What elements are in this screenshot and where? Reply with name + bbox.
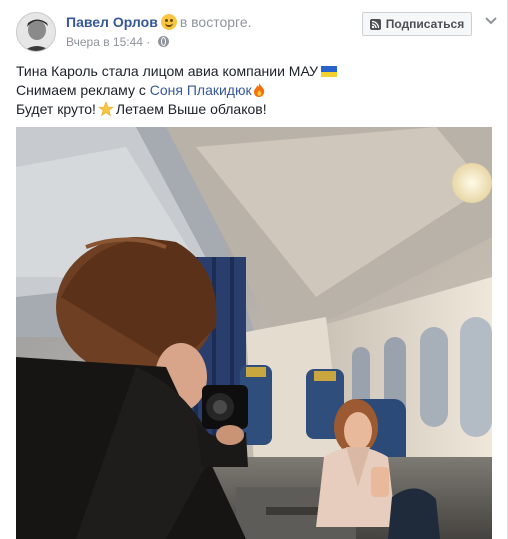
rss-icon — [369, 18, 381, 30]
subscribe-button[interactable]: Подписаться — [362, 12, 472, 36]
line-3-suffix: Летаем Выше облаков! — [115, 101, 267, 117]
post-text-line-1: Тина Кароль стала лицом авиа компании МА… — [16, 62, 486, 81]
chevron-down-icon — [485, 17, 497, 25]
globe-icon[interactable] — [157, 36, 169, 47]
subscribe-label: Подписаться — [385, 17, 465, 31]
timestamp[interactable]: Вчера в 15:44 — [66, 35, 143, 49]
feeling-text: в восторге. — [179, 14, 252, 30]
facebook-post: Павел Орлов в восторге. Вчера в 15:44 · П… — [0, 0, 508, 539]
line-2-text: Снимаем рекламу с — [16, 82, 146, 98]
star-icon — [98, 101, 114, 117]
post-header: Павел Орлов в восторге. — [66, 14, 252, 30]
fire-icon — [253, 83, 264, 97]
meta-separator: · — [146, 35, 151, 49]
post-text-line-3: Будет круто! Летаем Выше облаков! — [16, 100, 486, 119]
post-text-line-2: Снимаем рекламу с Соня Плакидюк — [16, 81, 486, 100]
airplane-cabin-photo — [16, 127, 492, 539]
line-3-prefix: Будет круто! — [16, 101, 96, 117]
laughing-face-icon — [160, 14, 177, 30]
post-menu-button[interactable] — [484, 14, 498, 28]
post-photo[interactable] — [16, 127, 492, 539]
line-1-text: Тина Кароль стала лицом авиа компании МА… — [16, 63, 319, 79]
avatar[interactable] — [16, 12, 56, 52]
ukraine-flag-icon — [321, 66, 338, 77]
post-text: Тина Кароль стала лицом авиа компании МА… — [16, 62, 486, 119]
author-name[interactable]: Павел Орлов — [66, 14, 158, 30]
post-meta: Вчера в 15:44 · — [66, 35, 169, 49]
mention-link[interactable]: Соня Плакидюк — [150, 82, 252, 98]
